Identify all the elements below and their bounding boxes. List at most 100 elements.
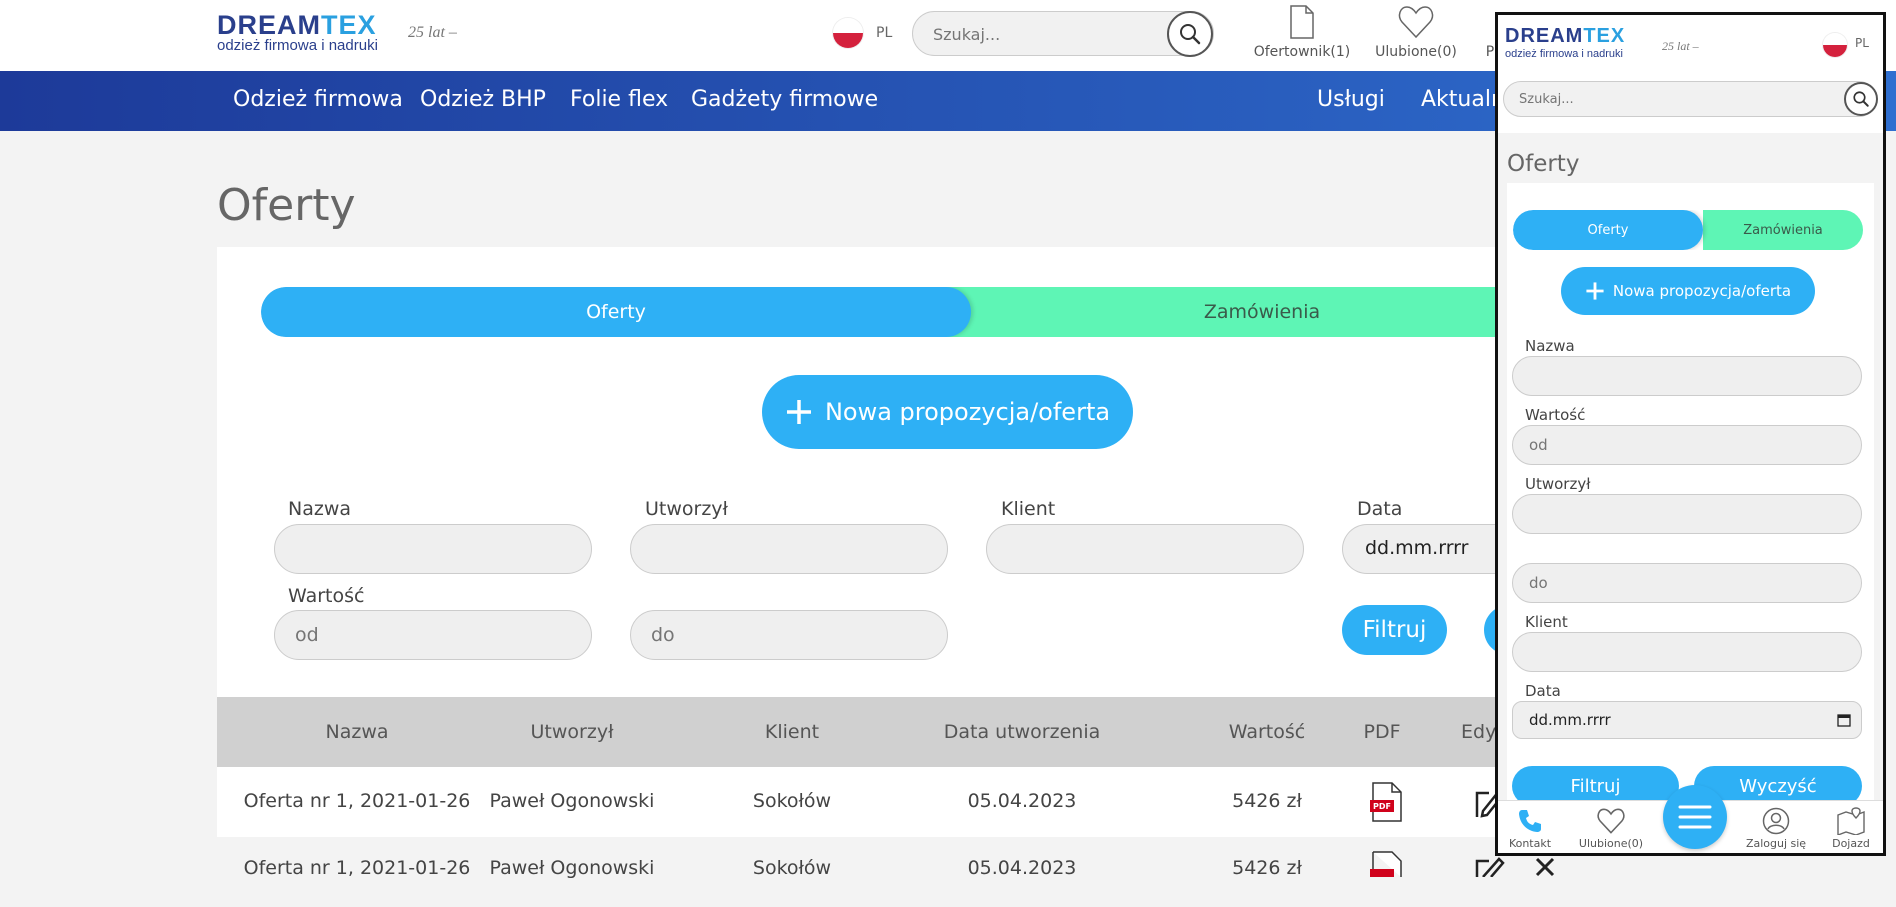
col-wartosc[interactable]: Wartość [1167, 721, 1367, 743]
pdf-icon[interactable] [1370, 851, 1404, 877]
mobile-page-title: Oferty [1507, 151, 1580, 177]
bottom-dojazd-label: Dojazd [1832, 837, 1870, 850]
nav-item-odziez-bhp[interactable]: Odzież BHP [420, 87, 546, 112]
hamburger-icon [1678, 805, 1712, 829]
new-offer-label: Nowa propozycja/oferta [824, 398, 1111, 426]
table-row[interactable]: Oferta nr 1, 2021-01-26 Paweł Ogonowski … [217, 837, 1555, 907]
new-offer-button[interactable]: Nowa propozycja/oferta [762, 375, 1133, 449]
table-header: Nazwa Utworzył Klient Data utworzenia PD… [217, 697, 1537, 767]
table-row[interactable]: Oferta nr 1, 2021-01-26 Paweł Ogonowski … [217, 767, 1537, 837]
mobile-offers-orders-toggle: Oferty Zamówienia [1513, 210, 1863, 250]
mobile-wartosc-do-input[interactable] [1512, 563, 1862, 603]
favorites-counter[interactable]: Ulubione(0) [1370, 4, 1462, 60]
offers-counter-label: Ofertownik(1) [1253, 44, 1351, 60]
mobile-tab-orders[interactable]: Zamówienia [1703, 210, 1863, 250]
heart-icon [1597, 808, 1625, 834]
cell-data: 05.04.2023 [967, 857, 1077, 879]
col-klient[interactable]: Klient [687, 721, 897, 743]
mobile-wartosc-od-input[interactable] [1512, 425, 1862, 465]
heart-icon [1398, 6, 1434, 39]
filter-wartosc-od-input[interactable] [274, 610, 592, 660]
offers-orders-toggle: Oferty Zamówienia [261, 287, 1537, 337]
mobile-logo-dream: DREAM [1505, 25, 1584, 47]
document-icon [1290, 5, 1314, 39]
logo-subtitle: odzież firmowa i nadruki [217, 37, 378, 54]
col-utworzyl[interactable]: Utworzył [467, 721, 677, 743]
bottom-zaloguj[interactable]: Zaloguj się [1743, 807, 1809, 850]
mobile-nazwa-input[interactable] [1512, 356, 1862, 396]
filter-button[interactable]: Filtruj [1342, 605, 1447, 655]
mobile-data-value: dd.mm.rrrr [1529, 711, 1611, 729]
search-button[interactable] [1167, 11, 1213, 57]
tab-offers[interactable]: Oferty [261, 287, 971, 337]
mobile-search-button[interactable] [1844, 82, 1878, 116]
cell-klient: Sokołów [752, 790, 832, 812]
mobile-klient-label: Klient [1525, 613, 1568, 631]
cell-data: 05.04.2023 [967, 790, 1077, 812]
search-icon [1853, 91, 1869, 107]
plus-icon [1586, 282, 1604, 300]
mobile-data-input[interactable]: dd.mm.rrrr [1512, 701, 1862, 739]
filter-nazwa-input[interactable] [274, 524, 592, 574]
mobile-preview: DREAMTEX odzież firmowa i nadruki 25 lat… [1495, 12, 1886, 856]
bottom-ulubione-label: Ulubione(0) [1578, 837, 1644, 850]
calendar-icon[interactable] [1837, 713, 1851, 727]
bottom-zaloguj-label: Zaloguj się [1745, 837, 1807, 850]
mobile-tab-offers[interactable]: Oferty [1513, 210, 1703, 250]
filter-klient-label: Klient [1001, 498, 1056, 520]
mobile-klient-input[interactable] [1512, 632, 1862, 672]
nav-item-uslugi[interactable]: Usługi [1317, 87, 1385, 112]
logo-dream: DREAM [217, 10, 321, 40]
bottom-ulubione[interactable]: Ulubione(0) [1576, 807, 1646, 850]
page-title: Oferty [217, 180, 356, 231]
phone-icon [1519, 810, 1541, 832]
search-box [912, 11, 1214, 57]
mobile-logo-subtitle: odzież firmowa i nadruki [1505, 48, 1623, 60]
nav-item-folie-flex[interactable]: Folie flex [570, 87, 668, 112]
nav-item-odziez-firmowa[interactable]: Odzież firmowa [233, 87, 403, 112]
pdf-icon[interactable]: PDF [1370, 782, 1404, 822]
filter-wartosc-label: Wartość [288, 585, 365, 607]
cell-nazwa: Oferta nr 1, 2021-01-26 [243, 790, 471, 812]
poland-flag-icon[interactable] [833, 18, 863, 48]
mobile-language-label[interactable]: PL [1855, 36, 1869, 50]
bottom-kontakt[interactable]: Kontakt [1504, 807, 1556, 850]
mobile-offers-card: Oferty Zamówienia Nowa propozycja/oferta… [1507, 183, 1874, 823]
filter-nazwa-label: Nazwa [288, 498, 352, 520]
filter-utworzyl-input[interactable] [630, 524, 948, 574]
delete-icon[interactable] [1535, 857, 1555, 877]
col-data-utworzenia[interactable]: Data utworzenia [907, 721, 1137, 743]
mobile-utworzyl-label: Utworzył [1525, 475, 1591, 493]
nav-item-gadzety-firmowe[interactable]: Gadżety firmowe [691, 87, 878, 112]
nav-item-aktualnosci[interactable]: Aktualn [1421, 87, 1505, 112]
mobile-utworzyl-input[interactable] [1512, 494, 1862, 534]
offers-counter[interactable]: Ofertownik(1) [1252, 4, 1352, 60]
logo-years: 25 lat – [408, 24, 457, 41]
mobile-poland-flag-icon[interactable] [1823, 33, 1847, 57]
cell-nazwa: Oferta nr 1, 2021-01-26 [243, 857, 471, 879]
bottom-kontakt-label: Kontakt [1508, 837, 1552, 850]
pdf-badge: PDF [1373, 802, 1391, 811]
mobile-header: DREAMTEX odzież firmowa i nadruki 25 lat… [1498, 15, 1883, 133]
profile-link-label: P [1485, 44, 1495, 60]
language-label[interactable]: PL [876, 25, 892, 41]
mobile-logo-tex: TEX [1583, 25, 1626, 47]
mobile-nazwa-label: Nazwa [1525, 337, 1575, 355]
edit-icon[interactable] [1475, 853, 1505, 877]
mobile-new-offer-label: Nowa propozycja/oferta [1612, 282, 1792, 300]
favorites-counter-label: Ulubione(0) [1375, 44, 1457, 60]
tab-orders[interactable]: Zamówienia [927, 287, 1537, 337]
mobile-logo-years: 25 lat – [1662, 39, 1699, 53]
search-input[interactable] [933, 23, 1153, 45]
col-nazwa[interactable]: Nazwa [247, 721, 467, 743]
filter-wartosc-do-input[interactable] [630, 610, 948, 660]
cell-utworzyl: Paweł Ogonowski [489, 857, 655, 879]
menu-fab-button[interactable] [1663, 785, 1727, 849]
mobile-new-offer-button[interactable]: Nowa propozycja/oferta [1561, 267, 1815, 315]
bottom-dojazd[interactable]: Dojazd [1828, 807, 1874, 850]
cell-klient: Sokołów [752, 857, 832, 879]
mobile-search-input[interactable] [1519, 90, 1819, 108]
filter-klient-input[interactable] [986, 524, 1304, 574]
plus-icon [786, 400, 811, 424]
filter-utworzyl-label: Utworzył [645, 498, 728, 520]
